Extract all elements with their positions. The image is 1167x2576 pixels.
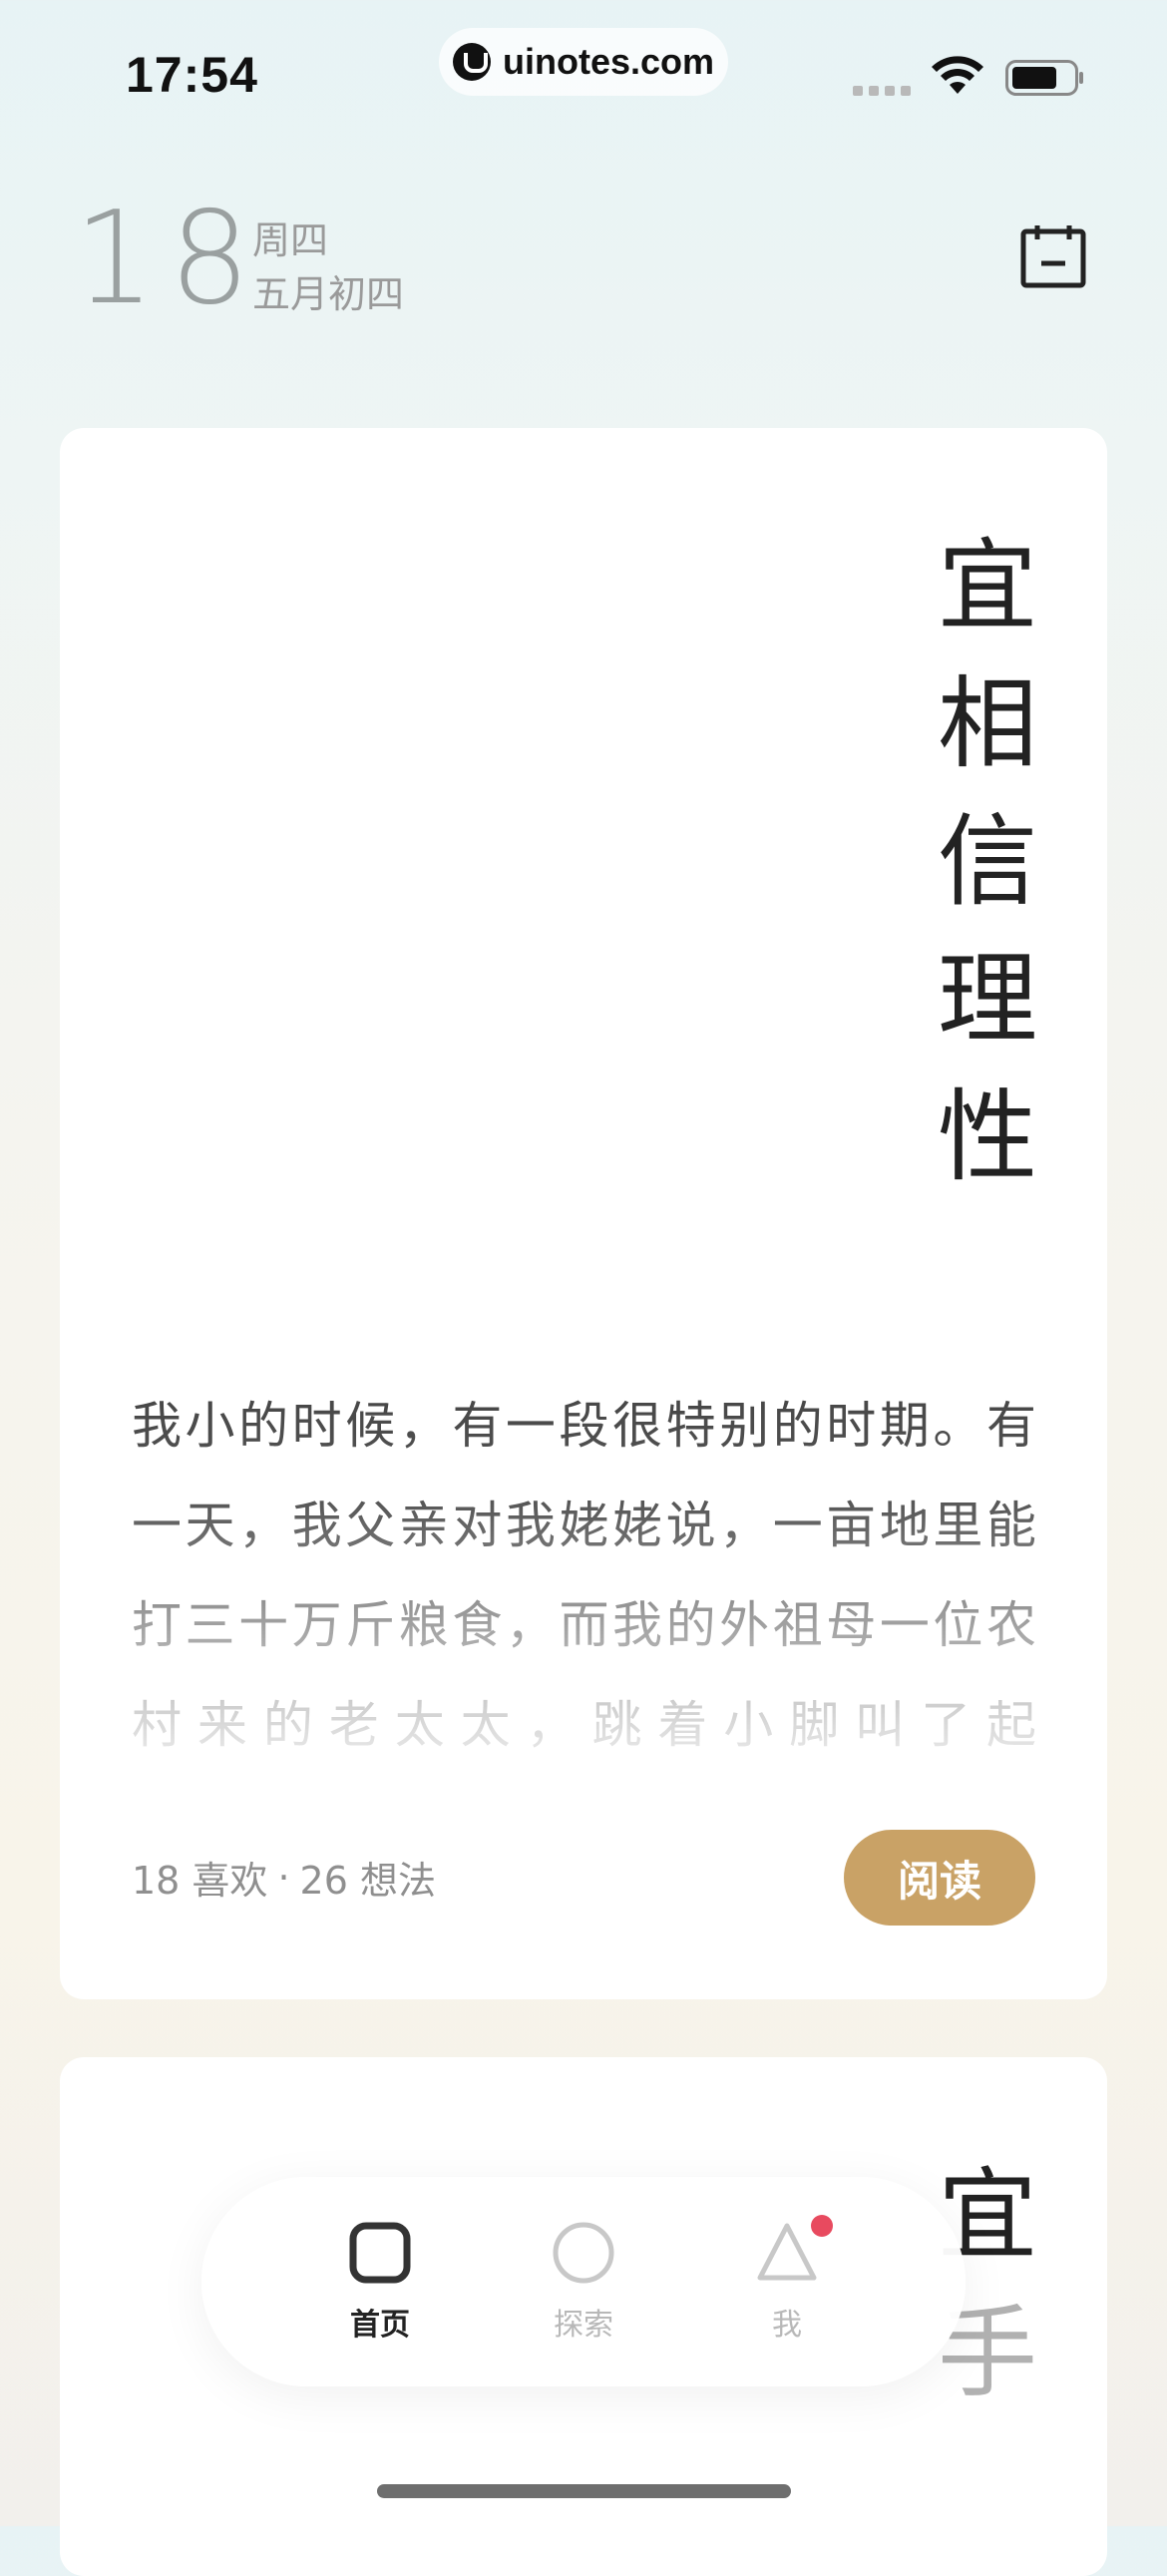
card-title-char: 理 [938, 941, 1037, 1058]
nav-label-home: 首页 [350, 2308, 410, 2343]
status-time: 17:54 [126, 47, 258, 103]
notification-badge [811, 2215, 833, 2237]
nav-item-home[interactable]: 首页 [278, 2177, 482, 2386]
card-title-char: 相 [938, 665, 1037, 782]
square-icon [349, 2222, 411, 2284]
triangle-icon [757, 2223, 817, 2281]
read-button[interactable]: 阅读 [844, 1830, 1035, 1926]
card-title: 宜 相 信 理 性 [938, 518, 1037, 1206]
card-stats: 18 喜欢 · 26 想法 [132, 1850, 436, 1905]
likes-count: 18 喜欢 [132, 1859, 268, 1903]
wifi-icon [932, 56, 983, 94]
nav-label-me: 我 [772, 2308, 802, 2343]
date-day: 18 [74, 185, 264, 333]
bottom-nav: 首页 探索 我 [201, 2177, 966, 2386]
card-title-char: 宜 [938, 528, 1037, 644]
circle-icon [553, 2222, 614, 2284]
home-indicator[interactable] [377, 2484, 791, 2498]
date-weekday: 周四 [252, 218, 329, 262]
card-excerpt-text: 我小的时候，有一段很特别的时期。有一天，我父亲对我姥姥说，一亩地里能打三十万斤粮… [132, 1397, 1039, 1799]
stats-separator: · [277, 1855, 290, 1900]
card-title-char: 信 [938, 803, 1037, 920]
thoughts-count: 26 想法 [299, 1859, 436, 1903]
calendar-icon[interactable] [1017, 221, 1089, 293]
daily-card[interactable]: 宜 相 信 理 性 我小的时候，有一段很特别的时期。有一天，我父亲对我姥姥说，一… [60, 428, 1107, 1999]
card-excerpt: 我小的时候，有一段很特别的时期。有一天，我父亲对我姥姥说，一亩地里能打三十万斤粮… [132, 1376, 1039, 1799]
nav-item-explore[interactable]: 探索 [482, 2177, 685, 2386]
nav-item-me[interactable]: 我 [685, 2177, 889, 2386]
cellular-signal-icon [853, 86, 911, 96]
url-pill[interactable]: uinotes.com [439, 28, 728, 96]
card-title-char: 性 [938, 1078, 1037, 1195]
url-text: uinotes.com [502, 41, 715, 82]
site-logo-icon [452, 43, 491, 81]
battery-icon [1005, 60, 1083, 96]
date-lunar: 五月初四 [252, 272, 405, 316]
nav-label-explore: 探索 [554, 2308, 613, 2343]
